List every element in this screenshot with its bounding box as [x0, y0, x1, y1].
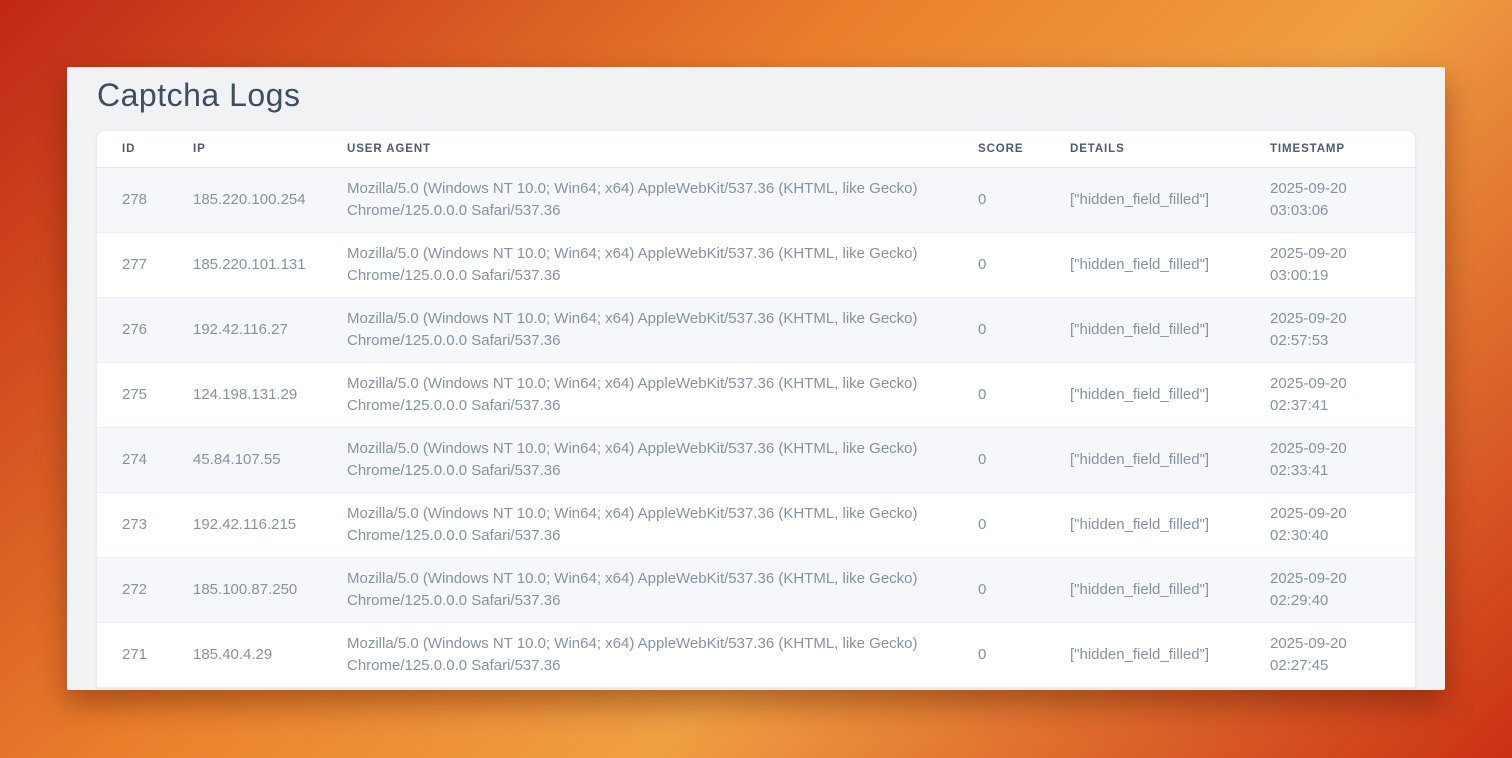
- cell-timestamp: 2025-09-20 02:29:40: [1245, 557, 1415, 622]
- logs-table: ID IP USER AGENT SCORE DETAILS TIMESTAMP…: [97, 131, 1415, 688]
- cell-user-agent: Mozilla/5.0 (Windows NT 10.0; Win64; x64…: [322, 427, 953, 492]
- column-header-score: SCORE: [953, 131, 1045, 168]
- cell-timestamp: 2025-09-20 02:30:40: [1245, 492, 1415, 557]
- page-background: Captcha Logs ID IP USER AGENT SCORE: [0, 0, 1512, 758]
- cell-ip: 185.100.87.250: [168, 557, 322, 622]
- cell-details: ["hidden_field_filled"]: [1045, 557, 1245, 622]
- column-header-id: ID: [97, 131, 168, 168]
- cell-score: 0: [953, 557, 1045, 622]
- cell-user-agent: Mozilla/5.0 (Windows NT 10.0; Win64; x64…: [322, 622, 953, 687]
- cell-ip: 185.40.4.29: [168, 622, 322, 687]
- table-row: 273 192.42.116.215 Mozilla/5.0 (Windows …: [97, 492, 1415, 557]
- header-row: ID IP USER AGENT SCORE DETAILS TIMESTAMP: [97, 131, 1415, 168]
- cell-ip: 192.42.116.215: [168, 492, 322, 557]
- cell-id: 278: [97, 167, 168, 232]
- cell-score: 0: [953, 167, 1045, 232]
- table-row: 275 124.198.131.29 Mozilla/5.0 (Windows …: [97, 362, 1415, 427]
- table-row: 277 185.220.101.131 Mozilla/5.0 (Windows…: [97, 232, 1415, 297]
- cell-user-agent: Mozilla/5.0 (Windows NT 10.0; Win64; x64…: [322, 232, 953, 297]
- cell-score: 0: [953, 362, 1045, 427]
- table-row: 278 185.220.100.254 Mozilla/5.0 (Windows…: [97, 167, 1415, 232]
- cell-ip: 192.42.116.27: [168, 297, 322, 362]
- logs-table-body: 278 185.220.100.254 Mozilla/5.0 (Windows…: [97, 167, 1415, 687]
- cell-ip: 124.198.131.29: [168, 362, 322, 427]
- cell-timestamp: 2025-09-20 02:33:41: [1245, 427, 1415, 492]
- cell-timestamp: 2025-09-20 03:03:06: [1245, 167, 1415, 232]
- cell-id: 276: [97, 297, 168, 362]
- cell-details: ["hidden_field_filled"]: [1045, 167, 1245, 232]
- table-row: 271 185.40.4.29 Mozilla/5.0 (Windows NT …: [97, 622, 1415, 687]
- cell-id: 271: [97, 622, 168, 687]
- cell-id: 272: [97, 557, 168, 622]
- column-header-timestamp: TIMESTAMP: [1245, 131, 1415, 168]
- page-title: Captcha Logs: [97, 77, 1415, 114]
- logs-table-container: ID IP USER AGENT SCORE DETAILS TIMESTAMP…: [97, 131, 1415, 688]
- cell-score: 0: [953, 622, 1045, 687]
- table-row: 272 185.100.87.250 Mozilla/5.0 (Windows …: [97, 557, 1415, 622]
- cell-details: ["hidden_field_filled"]: [1045, 622, 1245, 687]
- cell-score: 0: [953, 297, 1045, 362]
- cell-details: ["hidden_field_filled"]: [1045, 297, 1245, 362]
- cell-details: ["hidden_field_filled"]: [1045, 362, 1245, 427]
- cell-details: ["hidden_field_filled"]: [1045, 427, 1245, 492]
- column-header-ip: IP: [168, 131, 322, 168]
- cell-details: ["hidden_field_filled"]: [1045, 232, 1245, 297]
- cell-id: 274: [97, 427, 168, 492]
- cell-id: 275: [97, 362, 168, 427]
- column-header-details: DETAILS: [1045, 131, 1245, 168]
- cell-details: ["hidden_field_filled"]: [1045, 492, 1245, 557]
- cell-user-agent: Mozilla/5.0 (Windows NT 10.0; Win64; x64…: [322, 362, 953, 427]
- cell-ip: 185.220.101.131: [168, 232, 322, 297]
- cell-timestamp: 2025-09-20 02:37:41: [1245, 362, 1415, 427]
- cell-score: 0: [953, 492, 1045, 557]
- cell-user-agent: Mozilla/5.0 (Windows NT 10.0; Win64; x64…: [322, 167, 953, 232]
- table-row: 274 45.84.107.55 Mozilla/5.0 (Windows NT…: [97, 427, 1415, 492]
- cell-score: 0: [953, 232, 1045, 297]
- logs-table-header: ID IP USER AGENT SCORE DETAILS TIMESTAMP: [97, 131, 1415, 168]
- cell-user-agent: Mozilla/5.0 (Windows NT 10.0; Win64; x64…: [322, 557, 953, 622]
- cell-user-agent: Mozilla/5.0 (Windows NT 10.0; Win64; x64…: [322, 297, 953, 362]
- cell-ip: 45.84.107.55: [168, 427, 322, 492]
- cell-timestamp: 2025-09-20 02:57:53: [1245, 297, 1415, 362]
- cell-score: 0: [953, 427, 1045, 492]
- captcha-logs-card: Captcha Logs ID IP USER AGENT SCORE: [67, 67, 1445, 690]
- cell-timestamp: 2025-09-20 02:27:45: [1245, 622, 1415, 687]
- cell-timestamp: 2025-09-20 03:00:19: [1245, 232, 1415, 297]
- column-header-user-agent: USER AGENT: [322, 131, 953, 168]
- cell-user-agent: Mozilla/5.0 (Windows NT 10.0; Win64; x64…: [322, 492, 953, 557]
- table-row: 276 192.42.116.27 Mozilla/5.0 (Windows N…: [97, 297, 1415, 362]
- cell-id: 273: [97, 492, 168, 557]
- cell-id: 277: [97, 232, 168, 297]
- cell-ip: 185.220.100.254: [168, 167, 322, 232]
